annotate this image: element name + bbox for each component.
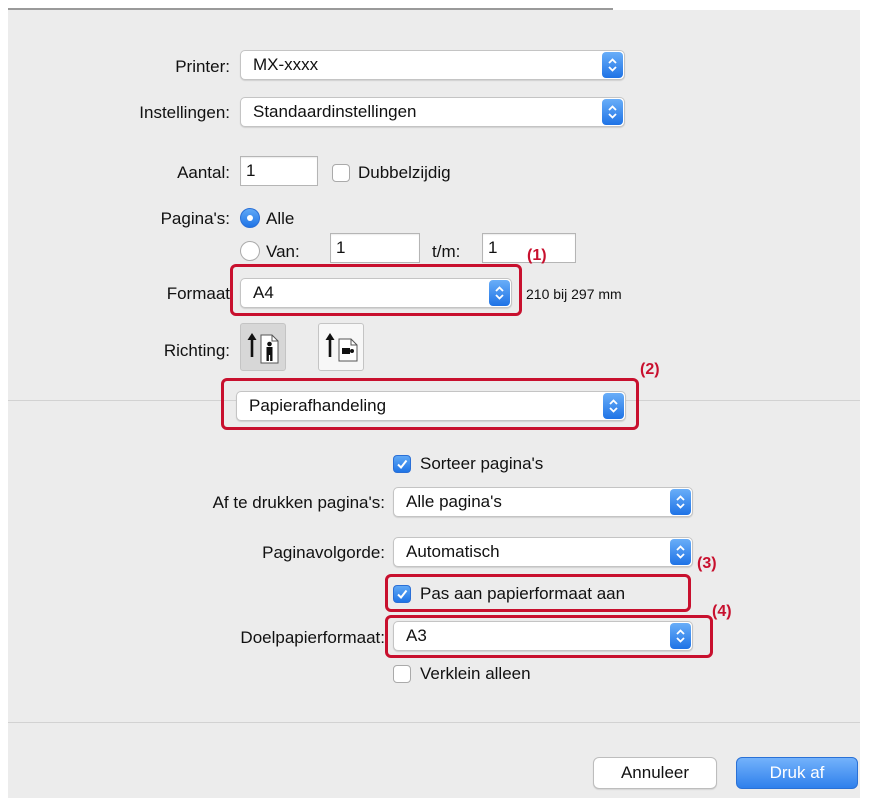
callout-4: (4) [712,603,732,620]
footer-separator [8,722,860,723]
presets-popup[interactable]: Standaardinstellingen [240,97,625,127]
callout-1: (1) [527,247,547,264]
paper-size-dimensions: 210 bij 297 mm [526,286,622,302]
pages-all-label: Alle [266,209,295,228]
paper-size-label: Formaat [166,284,230,303]
scale-down-only-checkbox[interactable] [393,665,411,683]
printer-stepper-icon [602,52,623,78]
highlight-dest-paper-size [385,615,713,658]
printer-value: MX-xxxx [253,55,319,74]
presets-stepper-icon [602,99,623,125]
pages-to-value: 1 [488,238,498,257]
collate-label: Sorteer pagina's [420,454,544,473]
page-order-stepper-icon [670,539,691,565]
page-order-label: Paginavolgorde: [262,543,385,562]
pages-from-input[interactable]: 1 [330,233,420,263]
copies-label: Aantal: [177,163,230,182]
printer-label: Printer: [175,57,230,76]
page-order-popup[interactable]: Automatisch [393,537,693,567]
landscape-orientation-button[interactable] [318,323,364,371]
portrait-orientation-button[interactable] [240,323,286,371]
pages-to-print-value: Alle pagina's [406,492,502,511]
collate-checkbox[interactable] [393,455,411,473]
pages-to-print-stepper-icon [670,489,691,515]
presets-value: Standaardinstellingen [253,102,417,121]
landscape-icon [325,333,358,362]
portrait-icon [247,333,279,364]
presets-label: Instellingen: [139,103,230,122]
printer-popup[interactable]: MX-xxxx [240,50,625,80]
highlight-scale-to-paper [385,574,691,612]
callout-3: (3) [697,555,717,572]
dest-paper-size-label: Doelpapierformaat: [240,628,385,647]
pages-label: Pagina's: [160,209,230,228]
pages-to-print-label: Af te drukken pagina's: [212,493,385,512]
highlight-paper-size [230,264,522,316]
pages-from-value: 1 [336,238,346,257]
duplex-label: Dubbelzijdig [358,163,451,182]
pages-to-print-popup[interactable]: Alle pagina's [393,487,693,517]
print-button[interactable]: Druk af [736,757,858,789]
cancel-button[interactable]: Annuleer [593,757,717,789]
copies-value: 1 [246,161,256,180]
copies-input[interactable]: 1 [240,156,318,186]
orientation-label: Richting: [163,341,230,360]
pages-to-label: t/m: [432,242,461,261]
print-dialog: Printer: MX-xxxx Instellingen: Standaard… [0,0,877,809]
pages-range-radio[interactable] [240,241,260,261]
pages-all-radio[interactable] [240,208,260,228]
page-order-value: Automatisch [406,542,500,561]
callout-2: (2) [640,361,660,378]
pages-from-label: Van: [266,242,300,261]
duplex-checkbox[interactable] [332,164,350,182]
highlight-section-menu [221,378,639,430]
scale-down-only-label: Verklein alleen [420,664,531,683]
window-top-edge [0,0,877,8]
